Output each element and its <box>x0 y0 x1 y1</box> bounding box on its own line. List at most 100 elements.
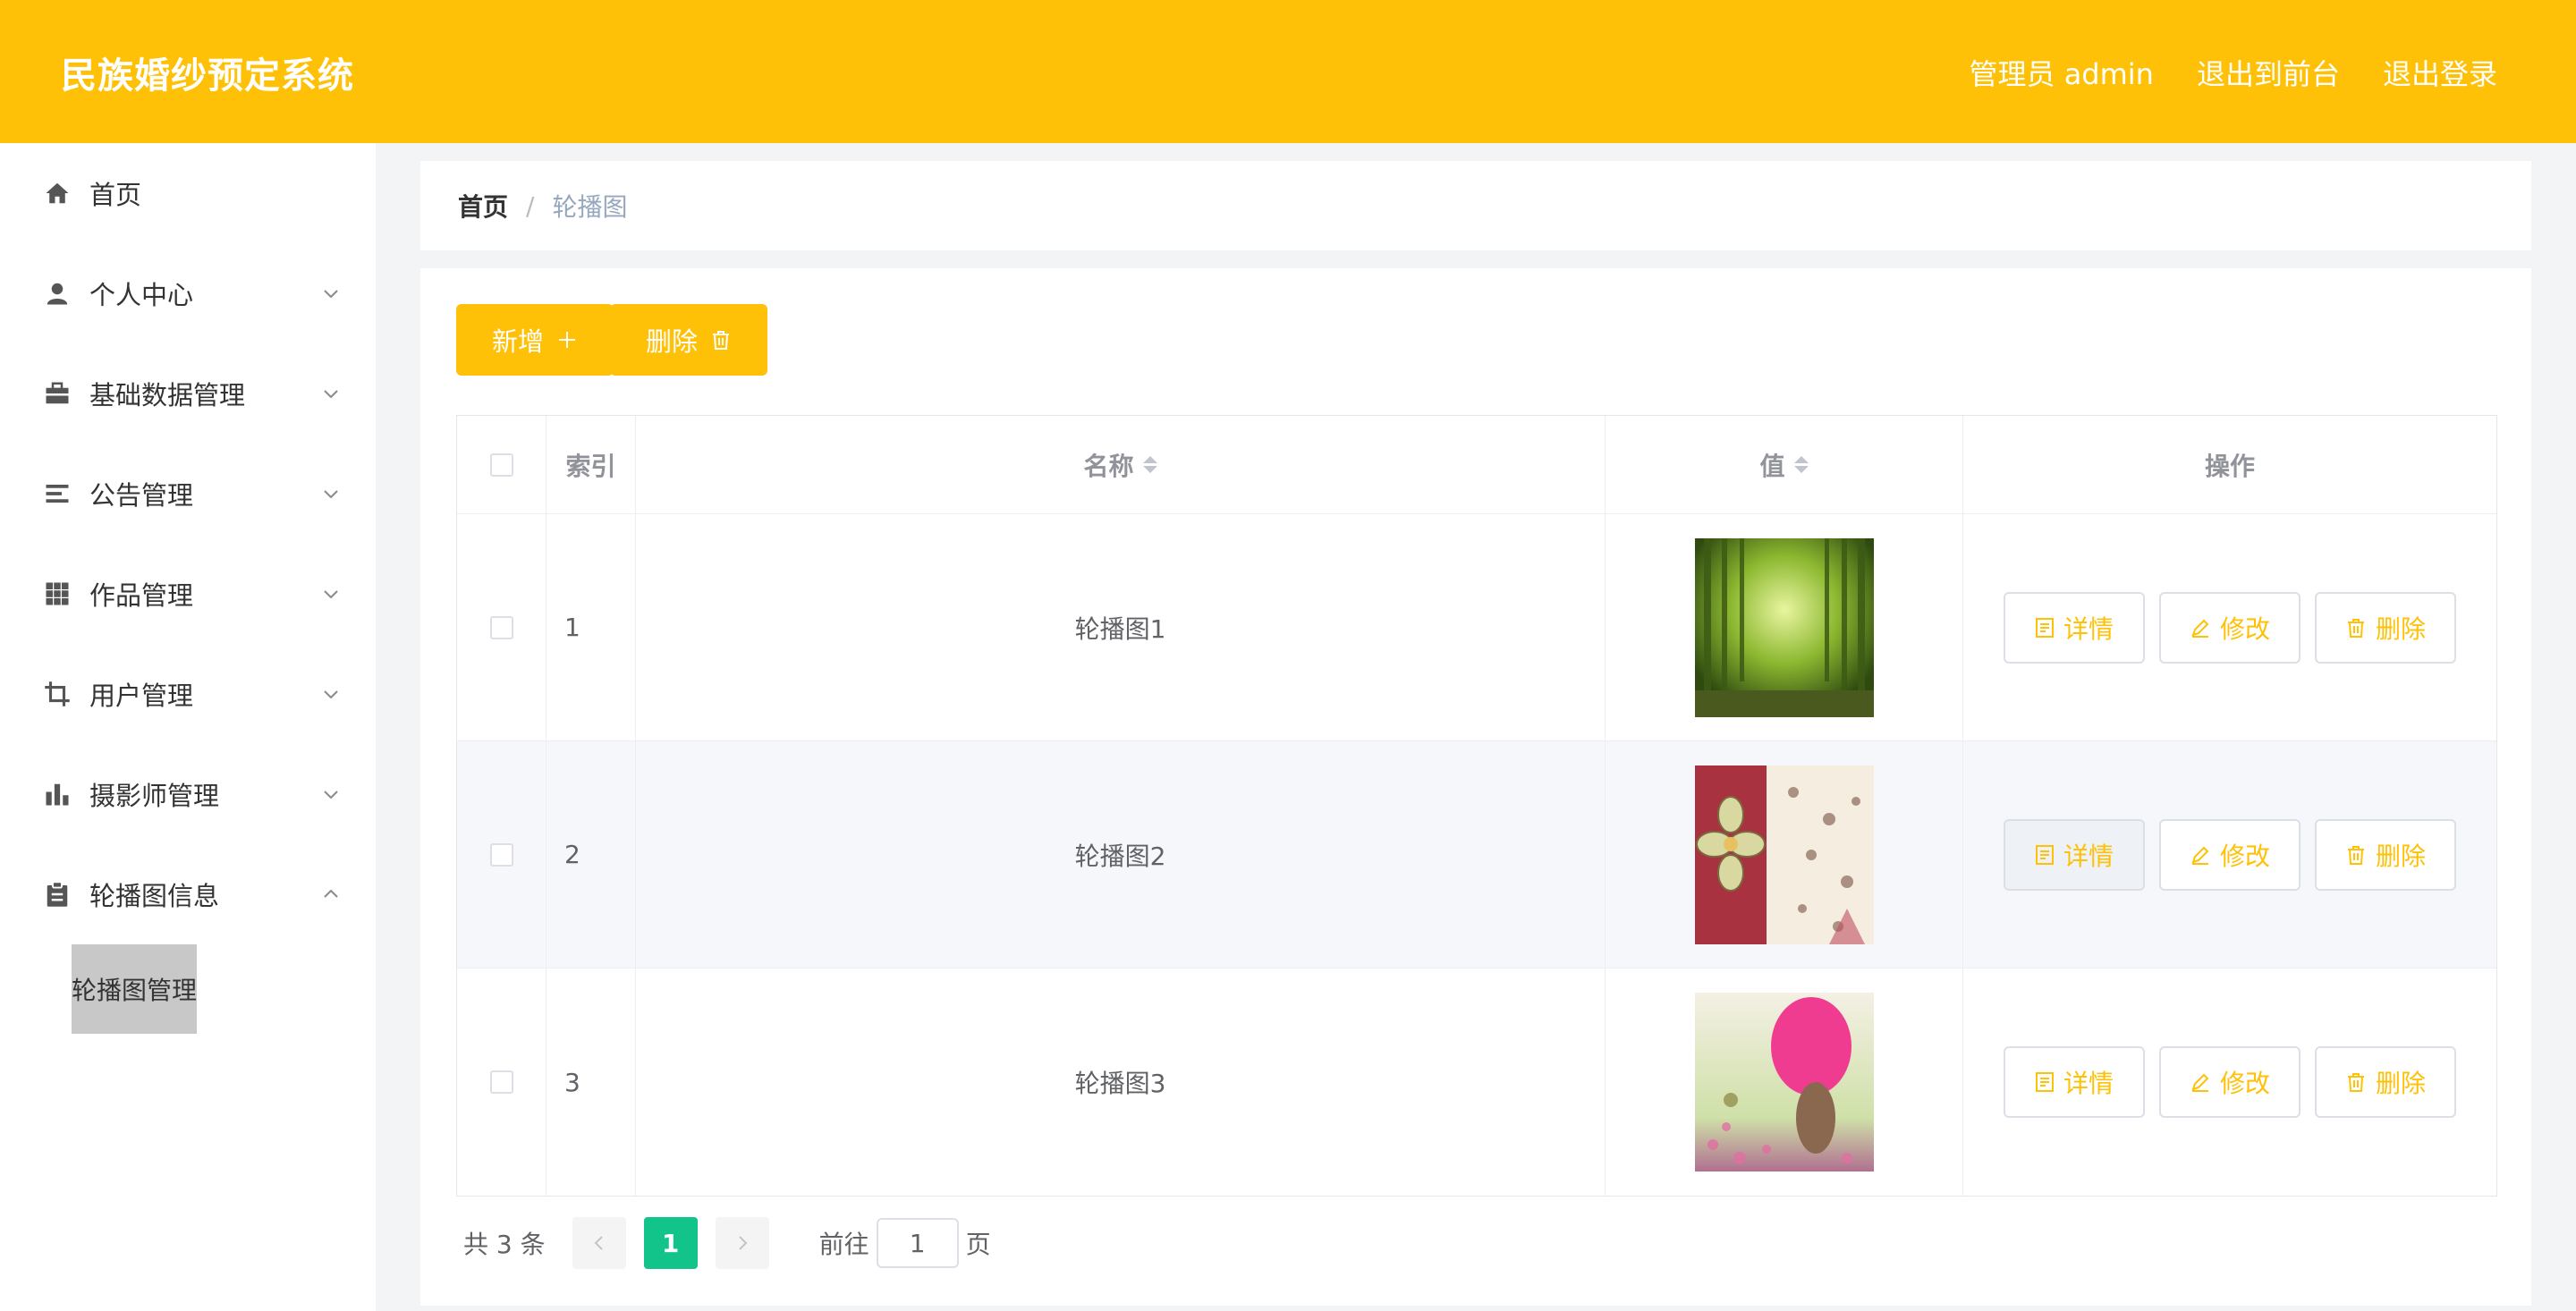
crop-icon <box>43 680 72 708</box>
forest-image <box>1694 537 1874 717</box>
edit-icon <box>2191 846 2209 865</box>
document-icon <box>2035 617 2054 638</box>
header-actions: 管理员 admin 退出到前台 退出登录 <box>1970 52 2497 93</box>
sidebar-item-home[interactable]: 首页 <box>0 143 376 243</box>
top-header: 民族婚纱预定系统 管理员 admin 退出到前台 退出登录 <box>0 0 2576 143</box>
select-all-checkbox[interactable] <box>489 453 513 477</box>
edit-icon <box>2191 619 2209 638</box>
chevron-left-icon <box>594 1236 603 1250</box>
breadcrumb: 首页 / 轮播图 <box>420 161 2531 250</box>
next-page-button[interactable] <box>715 1217 769 1269</box>
prev-page-button[interactable] <box>572 1217 626 1269</box>
row-name: 轮播图1 <box>636 514 1606 740</box>
sidebar-item-photographers[interactable]: 摄影师管理 <box>0 744 376 844</box>
exit-to-front-link[interactable]: 退出到前台 <box>2197 52 2340 93</box>
edit-button[interactable]: 修改 <box>2159 818 2301 891</box>
delete-button[interactable]: 删除 <box>610 304 767 376</box>
sidebar-item-personal-center[interactable]: 个人中心 <box>0 243 376 343</box>
breadcrumb-current: 轮播图 <box>552 192 628 222</box>
chevron-down-icon <box>324 690 338 699</box>
plus-icon <box>559 332 575 348</box>
table-header-row: 索引 名称 值 操作 <box>457 416 2496 514</box>
page-number-current[interactable]: 1 <box>643 1217 698 1269</box>
row-index: 1 <box>547 514 636 740</box>
detail-button[interactable]: 详情 <box>2004 818 2145 891</box>
goto-label: 前往 <box>818 1230 869 1259</box>
bar-chart-icon <box>43 780 72 808</box>
sidebar-item-label: 公告管理 <box>89 480 194 511</box>
sort-icon[interactable] <box>1142 456 1157 473</box>
row-delete-button[interactable]: 删除 <box>2315 1046 2456 1118</box>
total-count: 共 3 条 <box>463 1230 546 1259</box>
list-icon <box>43 479 72 508</box>
sidebar-item-label: 作品管理 <box>89 580 194 611</box>
edit-button[interactable]: 修改 <box>2159 1046 2301 1118</box>
table-row: 2 轮播图2 详情 修改 删除 <box>457 741 2496 968</box>
sidebar-item-carousel-info[interactable]: 轮播图信息 <box>0 844 376 944</box>
row-delete-button[interactable]: 删除 <box>2315 818 2456 891</box>
detail-button[interactable]: 详情 <box>2004 591 2145 664</box>
row-index: 3 <box>547 968 636 1196</box>
trash-icon <box>713 331 729 350</box>
page-suffix: 页 <box>965 1230 991 1259</box>
header-index: 索引 <box>547 416 636 513</box>
row-checkbox[interactable] <box>489 1070 513 1094</box>
row-delete-button[interactable]: 删除 <box>2315 591 2456 664</box>
sidebar-item-announcements[interactable]: 公告管理 <box>0 444 376 544</box>
chevron-down-icon <box>324 590 338 599</box>
detail-button[interactable]: 详情 <box>2004 1046 2145 1118</box>
sidebar-item-label: 基础数据管理 <box>89 380 246 410</box>
trash-icon <box>2347 618 2364 638</box>
app-title: 民族婚纱预定系统 <box>61 55 354 97</box>
chevron-down-icon <box>324 791 338 799</box>
document-icon <box>2035 844 2054 865</box>
breadcrumb-home[interactable]: 首页 <box>458 188 508 224</box>
table-row: 1 轮播图1 详情 修改 删除 <box>457 514 2496 741</box>
grid-icon <box>43 579 72 608</box>
carousel-table: 索引 名称 值 操作 1 轮播图1 详情 修改 删除 2 轮播图2 详情 修改 … <box>456 415 2497 1197</box>
sidebar-item-label: 用户管理 <box>89 681 194 711</box>
flower-hearts-image <box>1694 765 1874 944</box>
sidebar-item-label: 摄影师管理 <box>89 781 220 811</box>
sort-icon[interactable] <box>1793 456 1809 473</box>
admin-user-label[interactable]: 管理员 admin <box>1970 52 2154 93</box>
row-name: 轮播图3 <box>636 968 1606 1196</box>
trash-icon <box>2347 1073 2364 1092</box>
briefcase-icon <box>43 379 72 408</box>
breadcrumb-separator: / <box>526 190 535 221</box>
home-icon <box>43 179 72 207</box>
edit-button[interactable]: 修改 <box>2159 591 2301 664</box>
sidebar-subitem-carousel-management[interactable]: 轮播图管理 <box>72 944 197 1034</box>
row-name: 轮播图2 <box>636 741 1606 968</box>
header-value[interactable]: 值 <box>1606 416 1963 513</box>
table-row: 3 轮播图3 详情 修改 删除 <box>457 968 2496 1196</box>
header-name[interactable]: 名称 <box>636 416 1606 513</box>
main-content: 新增 删除 索引 名称 值 操作 1 轮播图1 详情 修改 删除 2 轮播图2 … <box>420 268 2531 1306</box>
add-button-label: 新增 <box>491 326 544 357</box>
row-checkbox[interactable] <box>489 615 513 639</box>
sidebar-item-basic-data[interactable]: 基础数据管理 <box>0 343 376 444</box>
document-icon <box>2035 1072 2054 1092</box>
chevron-down-icon <box>324 290 338 299</box>
user-icon <box>43 279 72 308</box>
sidebar-item-works[interactable]: 作品管理 <box>0 544 376 644</box>
pink-umbrella-image <box>1694 993 1874 1171</box>
sidebar-item-label: 首页 <box>89 180 142 210</box>
sidebar-item-label: 个人中心 <box>89 280 194 310</box>
pagination: 共 3 条 1 前往 页 <box>456 1216 991 1270</box>
delete-button-label: 删除 <box>645 326 698 357</box>
edit-icon <box>2191 1073 2209 1092</box>
logout-link[interactable]: 退出登录 <box>2383 52 2497 93</box>
chevron-down-icon <box>324 390 338 399</box>
sidebar: 首页 个人中心 基础数据管理 公告管理 作品管理 用户管理 摄影师管理 轮播图信… <box>0 143 376 1311</box>
add-button[interactable]: 新增 <box>456 304 614 376</box>
trash-icon <box>2347 845 2364 865</box>
row-index: 2 <box>547 741 636 968</box>
row-checkbox[interactable] <box>489 842 513 867</box>
clipboard-icon <box>43 880 72 909</box>
header-actions: 操作 <box>2204 451 2255 481</box>
goto-page-input[interactable] <box>876 1218 959 1268</box>
chevron-up-icon <box>324 889 338 898</box>
sidebar-item-users[interactable]: 用户管理 <box>0 644 376 744</box>
sidebar-item-label: 轮播图信息 <box>89 881 220 911</box>
